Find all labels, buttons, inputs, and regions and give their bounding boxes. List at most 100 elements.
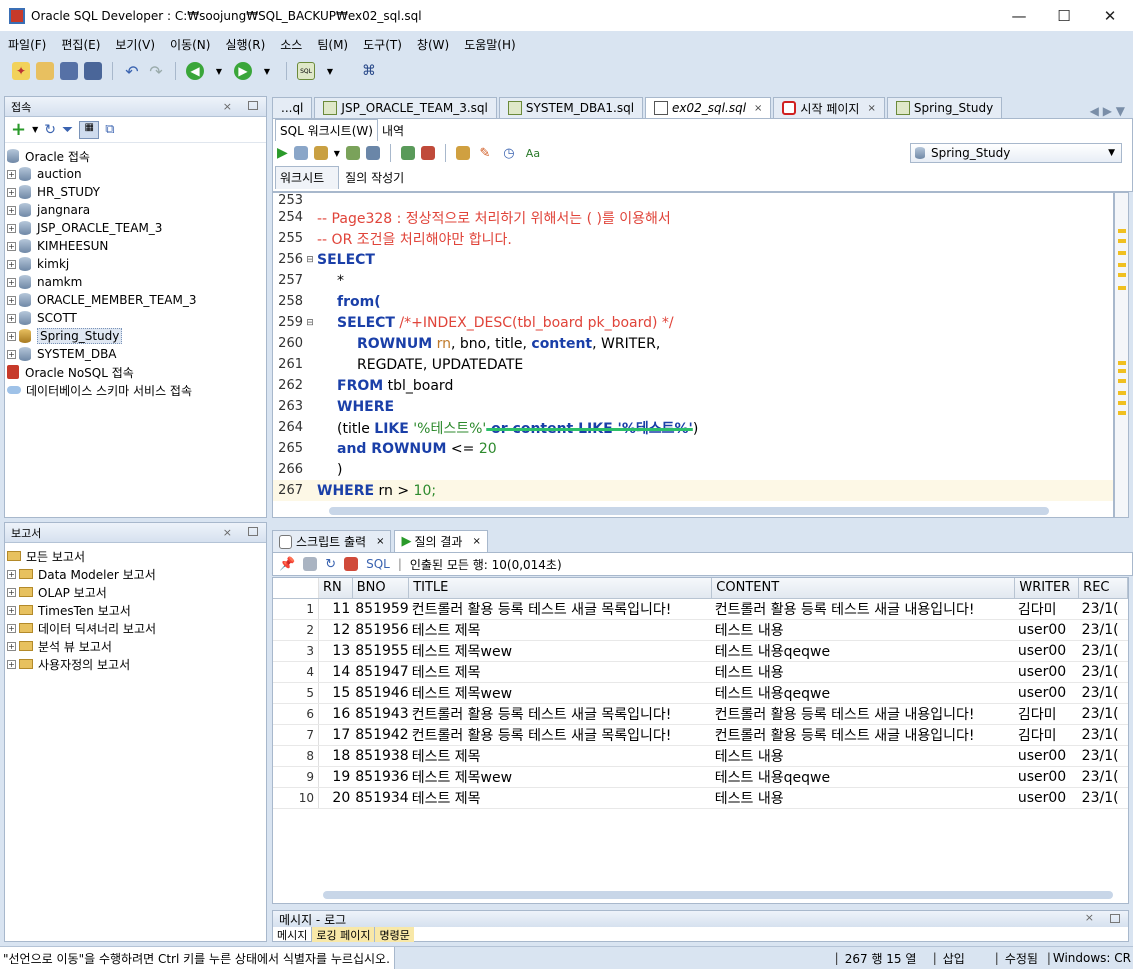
cancel-query-icon[interactable]: [344, 557, 359, 571]
connection-item[interactable]: + SCOTT: [7, 309, 266, 327]
commit-transaction-icon[interactable]: [400, 146, 415, 160]
column-header-bno[interactable]: BNO: [352, 578, 410, 599]
tab-query-builder[interactable]: 질의 작성기: [339, 167, 410, 189]
undo-icon[interactable]: ↶: [123, 62, 141, 81]
clear-icon[interactable]: ✎: [476, 144, 494, 162]
dropdown-icon[interactable]: ▼: [334, 149, 340, 158]
sql-dropdown-icon[interactable]: ▼: [321, 62, 339, 80]
tab-query-result[interactable]: ▶ 질의 결과 ×: [394, 530, 488, 552]
menu-help[interactable]: 도움말(H): [464, 36, 516, 53]
table-row[interactable]: 1 11 851959 컨트롤러 활용 등록 테스트 새글 목록입니다! 컨트롤러 활용…: [273, 598, 1128, 620]
sql-tuning-icon[interactable]: [455, 146, 470, 160]
report-item[interactable]: + Data Modeler 보고서: [7, 565, 266, 583]
back-icon[interactable]: ◀: [186, 62, 204, 80]
fold-icon[interactable]: ⊟: [303, 318, 317, 328]
connection-item[interactable]: + HR_STUDY: [7, 183, 266, 201]
tab-doc[interactable]: JSP_ORACLE_TEAM_3.sql: [314, 97, 497, 118]
new-icon[interactable]: ✦: [12, 62, 30, 80]
tree-root-oracle[interactable]: Oracle 접속: [7, 147, 266, 165]
menu-view[interactable]: 보기(V): [115, 36, 155, 53]
code-editor[interactable]: 253 254 -- Page328 : 정상적으로 처리하기 위해서는 ( )를…: [272, 192, 1114, 518]
report-item[interactable]: + 분석 뷰 보고서: [7, 637, 266, 655]
minimize-panel-icon[interactable]: [248, 527, 258, 536]
report-item[interactable]: + TimesTen 보고서: [7, 601, 266, 619]
tab-logging-page[interactable]: 로깅 페이지: [312, 927, 376, 942]
minimize-panel-icon[interactable]: [1110, 914, 1120, 923]
add-connection-icon[interactable]: +: [11, 119, 26, 140]
print-icon[interactable]: [303, 557, 318, 571]
fold-icon[interactable]: ⊟: [303, 255, 317, 265]
menu-team[interactable]: 팀(M): [317, 36, 348, 53]
close-icon[interactable]: ×: [223, 526, 232, 539]
table-row[interactable]: 7 17 851942 컨트롤러 활용 등록 테스트 새글 목록입니다! 컨트롤러 활용…: [273, 724, 1128, 746]
open-folder-icon[interactable]: [36, 62, 54, 80]
connection-item[interactable]: + KIMHEESUN: [7, 237, 266, 255]
close-tab-icon[interactable]: ×: [376, 536, 384, 547]
tab-doc[interactable]: Spring_Study: [886, 97, 1003, 118]
maximize-button[interactable]: ☐: [1041, 0, 1087, 31]
close-tab-icon[interactable]: ×: [754, 103, 762, 114]
column-header-title[interactable]: TITLE: [408, 578, 713, 599]
redo-icon[interactable]: ↷: [147, 62, 165, 81]
report-item[interactable]: + 데이터 딕셔너리 보고서: [7, 619, 266, 637]
tab-statements[interactable]: 명령문: [375, 927, 414, 942]
horizontal-scrollbar[interactable]: [303, 507, 1103, 515]
forward-icon[interactable]: ▶: [234, 62, 252, 80]
tab-doc[interactable]: ...ql: [272, 97, 313, 118]
column-header-rn[interactable]: RN: [318, 578, 353, 599]
table-row[interactable]: 6 16 851943 컨트롤러 활용 등록 테스트 새글 목록입니다! 컨트롤러 활용…: [273, 703, 1128, 725]
tab-history[interactable]: 내역: [378, 120, 408, 141]
menu-source[interactable]: 소스: [280, 36, 302, 53]
menu-window[interactable]: 창(W): [417, 36, 449, 53]
close-button[interactable]: ✕: [1087, 0, 1133, 31]
collapse-icon[interactable]: ⧉: [105, 122, 114, 137]
explain-plan-icon[interactable]: [345, 146, 360, 160]
tab-doc[interactable]: 시작 페이지 ×: [773, 97, 885, 118]
tab-script-output[interactable]: 스크립트 출력 ×: [272, 530, 392, 552]
column-header-writer[interactable]: WRITER: [1014, 578, 1080, 599]
tab-scroll-icon[interactable]: ◀ ▶ ▼: [1090, 104, 1125, 118]
reports-root[interactable]: 모든 보고서: [7, 547, 266, 565]
history-icon[interactable]: ◷: [500, 144, 518, 162]
close-tab-icon[interactable]: ×: [867, 103, 875, 114]
connection-item[interactable]: + auction: [7, 165, 266, 183]
connection-select[interactable]: Spring_Study ▼: [910, 143, 1122, 163]
minimize-button[interactable]: —: [996, 0, 1042, 31]
schema-browser-icon[interactable]: ▦: [79, 120, 100, 139]
sql-label[interactable]: SQL: [366, 557, 390, 571]
grid-horizontal-scrollbar[interactable]: [323, 891, 1113, 899]
table-row[interactable]: 5 15 851946 테스트 제목wew 테스트 내용qeqwe user00 23/1(: [273, 682, 1128, 704]
tab-sql-worksheet[interactable]: SQL 워크시트(W): [275, 119, 378, 141]
menu-run[interactable]: 실행(R): [225, 36, 265, 53]
back-dropdown-icon[interactable]: ▼: [210, 62, 228, 80]
refresh-icon[interactable]: ↻: [325, 557, 336, 572]
filter-icon[interactable]: ⏷: [62, 122, 73, 138]
table-row[interactable]: 4 14 851947 테스트 제목 테스트 내용 user00 23/1(: [273, 661, 1128, 683]
autotrace-icon[interactable]: [365, 146, 380, 160]
refresh-icon[interactable]: ↻: [44, 122, 56, 138]
editor-overview-ruler[interactable]: [1114, 192, 1129, 518]
commit-icon[interactable]: [313, 146, 328, 160]
menu-tools[interactable]: 도구(T): [363, 36, 402, 53]
tab-worksheet[interactable]: 워크시트: [275, 166, 340, 189]
connection-item[interactable]: + ORACLE_MEMBER_TEAM_3: [7, 291, 266, 309]
format-icon[interactable]: Aa: [524, 144, 542, 162]
close-tab-icon[interactable]: ×: [472, 536, 480, 547]
close-icon[interactable]: ×: [223, 100, 232, 113]
connection-item[interactable]: + JSP_ORACLE_TEAM_3: [7, 219, 266, 237]
connection-item[interactable]: + namkm: [7, 273, 266, 291]
connection-item[interactable]: + jangnara: [7, 201, 266, 219]
pin-icon[interactable]: 📌: [279, 557, 295, 572]
minimize-panel-icon[interactable]: [248, 101, 258, 110]
column-header-regdate[interactable]: REC: [1078, 578, 1128, 599]
table-row[interactable]: 2 12 851956 테스트 제목 테스트 내용 user00 23/1(: [273, 619, 1128, 641]
tab-doc-active[interactable]: ex02_sql.sql ×: [645, 97, 772, 118]
menu-file[interactable]: 파일(F): [8, 36, 46, 53]
add-dropdown-icon[interactable]: ▼: [32, 125, 38, 134]
table-row[interactable]: 9 19 851936 테스트 제목wew 테스트 내용qeqwe user00 23/1(: [273, 766, 1128, 788]
table-row[interactable]: 3 13 851955 테스트 제목wew 테스트 내용qeqwe user00 23/1(: [273, 640, 1128, 662]
table-row[interactable]: 8 18 851938 테스트 제목 테스트 내용 user00 23/1(: [273, 745, 1128, 767]
menu-navigate[interactable]: 이동(N): [170, 36, 210, 53]
connection-item-active[interactable]: + Spring_Study: [7, 327, 266, 345]
column-header-content[interactable]: CONTENT: [711, 578, 1016, 599]
